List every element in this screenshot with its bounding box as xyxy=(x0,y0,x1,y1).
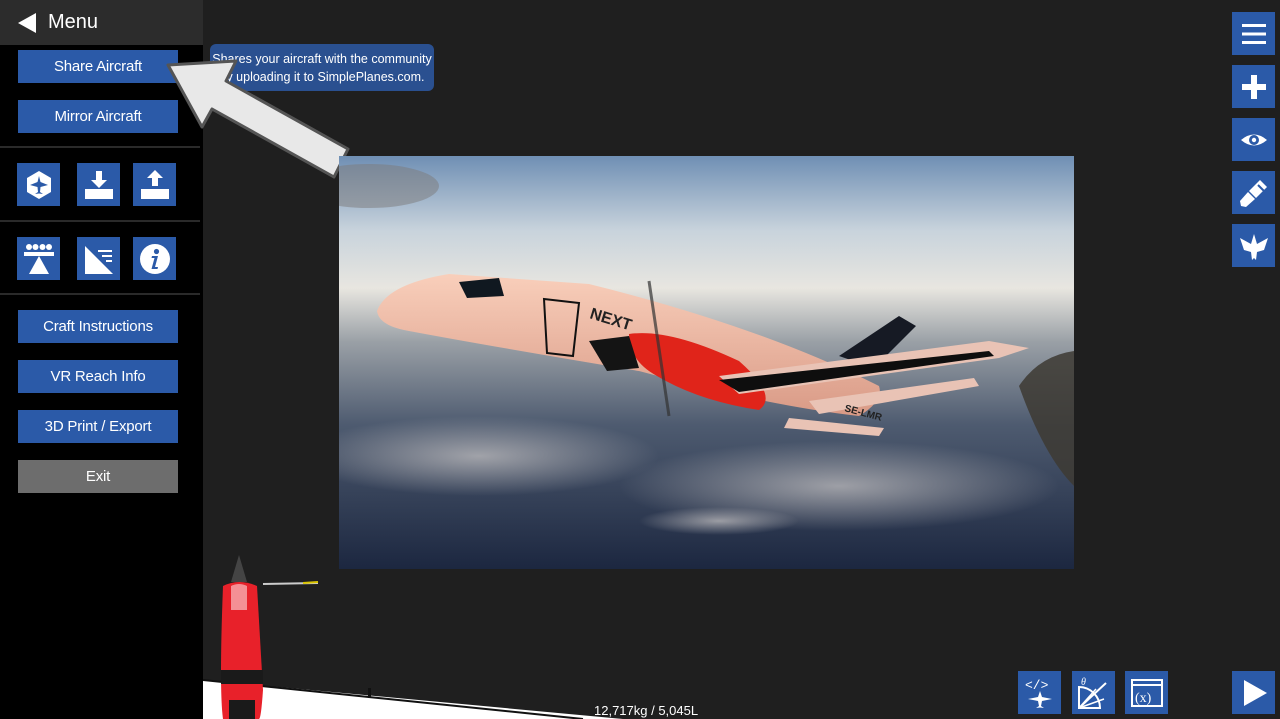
back-arrow-icon xyxy=(18,12,36,33)
menu-title: Menu xyxy=(48,11,99,33)
plus-icon xyxy=(1241,74,1266,99)
divider xyxy=(0,293,200,295)
menu-back-button[interactable]: Menu xyxy=(0,0,203,45)
passengers-button[interactable] xyxy=(17,237,60,280)
divider xyxy=(0,220,200,222)
info-button[interactable] xyxy=(133,237,176,280)
paint-brush-icon xyxy=(1239,179,1267,207)
passengers-icon xyxy=(23,243,54,274)
info-icon xyxy=(139,243,170,274)
craft-instructions-button[interactable]: Craft Instructions xyxy=(18,310,178,343)
variables-icon: (x) xyxy=(1130,678,1163,707)
gauge-icon: θ xyxy=(1077,677,1107,709)
cockpit-button[interactable] xyxy=(77,237,120,280)
exit-button[interactable]: Exit xyxy=(18,460,178,493)
tutorial-arrow-icon xyxy=(166,59,350,179)
hamburger-icon xyxy=(1241,23,1266,44)
3d-print-export-button[interactable]: 3D Print / Export xyxy=(18,410,178,443)
mass-readout: 12,717kg / 5,045L xyxy=(594,703,699,718)
share-aircraft-button[interactable]: Share Aircraft xyxy=(18,50,178,83)
wing-tool-button[interactable] xyxy=(1232,224,1275,267)
aircraft-thumbnail: NEXT SE-LMR xyxy=(339,156,1074,569)
workspace-aircraft xyxy=(203,555,623,719)
wing-icon xyxy=(1239,233,1268,260)
svg-text:(x): (x) xyxy=(1135,691,1152,706)
xml-edit-button[interactable]: </> xyxy=(1018,671,1061,714)
view-options-button[interactable] xyxy=(1232,118,1275,161)
variables-button[interactable]: (x) xyxy=(1125,671,1168,714)
vr-reach-info-button[interactable]: VR Reach Info xyxy=(18,360,178,393)
eye-icon xyxy=(1240,134,1267,145)
play-icon xyxy=(1243,679,1267,706)
fine-tuner-button[interactable]: θ xyxy=(1072,671,1115,714)
paint-button[interactable] xyxy=(1232,171,1275,214)
play-button[interactable] xyxy=(1232,671,1275,714)
load-button[interactable] xyxy=(77,163,120,206)
aircraft-icon xyxy=(26,170,51,199)
svg-text:</>: </> xyxy=(1025,678,1049,693)
svg-text:θ: θ xyxy=(1081,677,1086,688)
add-part-button[interactable] xyxy=(1232,65,1275,108)
main-menu-button[interactable] xyxy=(1232,12,1275,55)
cockpit-icon xyxy=(84,245,113,274)
code-plane-icon: </> xyxy=(1025,678,1052,708)
mirror-aircraft-button[interactable]: Mirror Aircraft xyxy=(18,100,178,133)
download-icon xyxy=(84,170,113,199)
aircraft-settings-button[interactable] xyxy=(17,163,60,206)
